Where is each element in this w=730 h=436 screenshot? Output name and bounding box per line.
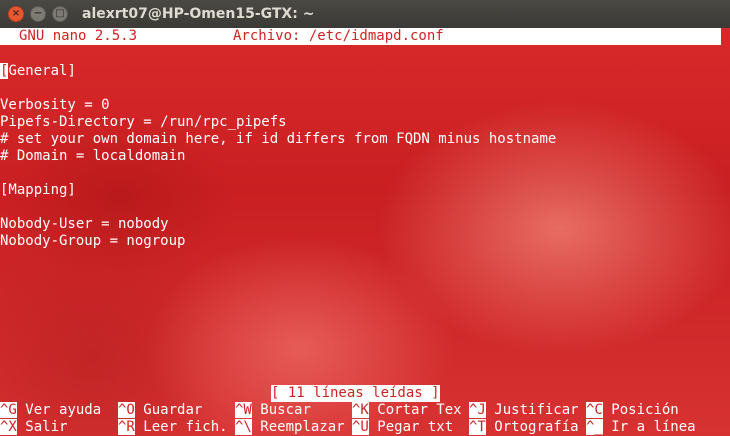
window-title: alexrt07@HP-Omen15-GTX: ~ xyxy=(82,6,315,22)
shortcut-justify[interactable]: ^J Justificar xyxy=(469,402,579,419)
nano-version: GNU nano 2.5.3 xyxy=(19,28,138,44)
editor-line-11[interactable]: Nobody-Group = nogroup xyxy=(0,233,185,250)
shortcut-key: ^C xyxy=(586,402,603,418)
shortcut-key: ^\ xyxy=(235,419,252,435)
status-message: [ 11 líneas leídas ] xyxy=(271,385,440,402)
shortcut-paste[interactable]: ^U Pegar txt xyxy=(352,419,453,436)
shortcut-label: Pegar txt xyxy=(377,419,454,435)
editor-line-1[interactable]: [General] xyxy=(0,63,76,80)
shortcut-label: Reemplazar xyxy=(260,419,345,435)
shortcut-key: ^X xyxy=(0,419,17,435)
shortcut-goto-line[interactable]: ^_ Ir a línea xyxy=(586,419,696,436)
shortcut-key: ^J xyxy=(469,402,486,418)
shortcut-label: Ortografía xyxy=(494,419,579,435)
shortcut-read-file[interactable]: ^R Leer fich. xyxy=(118,419,228,436)
shortcut-key: ^K xyxy=(352,402,369,418)
shortcut-label: Ver ayuda xyxy=(25,402,102,418)
shortcut-exit[interactable]: ^X Salir xyxy=(0,419,67,436)
shortcut-cut[interactable]: ^K Cortar Tex xyxy=(352,402,462,419)
shortcut-label: Ir a línea xyxy=(611,419,696,435)
shortcut-label: Cortar Tex xyxy=(377,402,462,418)
shortcut-key: ^G xyxy=(0,402,17,418)
close-icon[interactable]: × xyxy=(8,6,24,22)
shortcut-key: ^W xyxy=(235,402,252,418)
editor-line-1-text: General] xyxy=(8,63,76,79)
shortcut-label: Justificar xyxy=(494,402,579,418)
terminal-area[interactable]: GNU nano 2.5.3 Archivo: /etc/idmapd.conf … xyxy=(0,28,730,436)
shortcut-key: ^_ xyxy=(586,419,603,435)
nano-header: GNU nano 2.5.3 Archivo: /etc/idmapd.conf xyxy=(0,28,721,45)
shortcut-key: ^T xyxy=(469,419,486,435)
maximize-icon[interactable]: □ xyxy=(52,6,68,22)
shortcut-search[interactable]: ^W Buscar xyxy=(235,402,311,419)
shortcut-label: Guardar xyxy=(143,402,203,418)
shortcut-key: ^R xyxy=(118,419,135,435)
shortcut-key: ^U xyxy=(352,419,369,435)
nano-file-label: Archivo: /etc/idmapd.conf xyxy=(233,28,444,44)
shortcut-replace[interactable]: ^\ Reemplazar xyxy=(235,419,345,436)
shortcut-help[interactable]: ^G Ver ayuda xyxy=(0,402,101,419)
shortcut-position[interactable]: ^C Posición xyxy=(586,402,679,419)
minimize-icon[interactable]: − xyxy=(30,6,46,22)
window-titlebar: × − □ alexrt07@HP-Omen15-GTX: ~ xyxy=(0,0,730,28)
shortcut-label: Buscar xyxy=(260,402,311,418)
editor-line-6[interactable]: # Domain = localdomain xyxy=(0,148,185,165)
shortcut-save[interactable]: ^O Guardar xyxy=(118,402,202,419)
editor-line-8[interactable]: [Mapping] xyxy=(0,182,76,199)
editor-line-5[interactable]: # set your own domain here, if id differ… xyxy=(0,131,556,148)
editor-line-4[interactable]: Pipefs-Directory = /run/rpc_pipefs xyxy=(0,114,287,131)
shortcut-spell[interactable]: ^T Ortografía xyxy=(469,419,579,436)
shortcut-key: ^O xyxy=(118,402,135,418)
editor-line-10[interactable]: Nobody-User = nobody xyxy=(0,216,169,233)
shortcut-label: Salir xyxy=(25,419,68,435)
shortcut-label: Leer fich. xyxy=(143,419,228,435)
shortcut-label: Posición xyxy=(611,402,679,418)
editor-line-3[interactable]: Verbosity = 0 xyxy=(0,97,110,114)
